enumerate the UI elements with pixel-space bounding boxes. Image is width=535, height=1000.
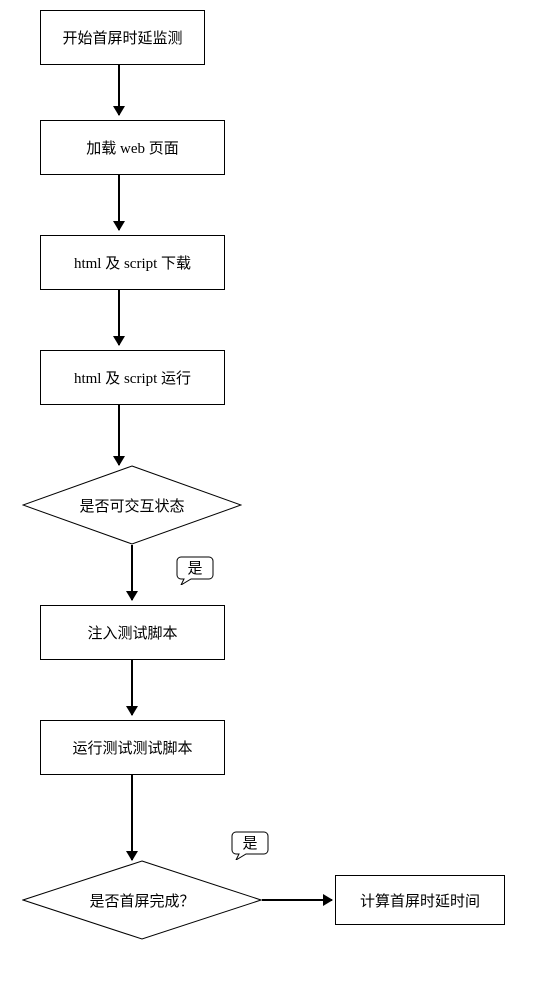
callout-yes-1: 是 — [175, 555, 215, 585]
decision-label: 是否首屏完成？ — [89, 890, 194, 911]
step-label: 计算首屏时延时间 — [360, 890, 480, 911]
step-label: 注入测试脚本 — [87, 622, 177, 643]
decision-interactive: 是否可交互状态 — [22, 465, 242, 545]
callout-label: 是 — [242, 836, 257, 852]
step-label: 运行测试测试脚本 — [72, 737, 192, 758]
step-label: html 及 script 运行 — [74, 367, 191, 388]
step-run: html 及 script 运行 — [40, 350, 225, 405]
edge — [118, 405, 120, 465]
edge — [118, 175, 120, 230]
callout-label: 是 — [187, 561, 202, 577]
step-label: 加载 web 页面 — [86, 137, 179, 158]
step-load: 加载 web 页面 — [40, 120, 225, 175]
decision-done: 是否首屏完成？ — [22, 860, 262, 940]
callout-yes-2: 是 — [230, 830, 270, 860]
step-download: html 及 script 下载 — [40, 235, 225, 290]
step-label: 开始首屏时延监测 — [62, 27, 182, 48]
edge — [131, 545, 133, 600]
step-start: 开始首屏时延监测 — [40, 10, 205, 65]
edge — [262, 899, 332, 901]
edge — [131, 775, 133, 860]
step-label: html 及 script 下载 — [74, 252, 191, 273]
edge — [131, 660, 133, 715]
step-inject: 注入测试脚本 — [40, 605, 225, 660]
step-calc: 计算首屏时延时间 — [335, 875, 505, 925]
edge — [118, 65, 120, 115]
decision-label: 是否可交互状态 — [79, 495, 184, 516]
step-runtest: 运行测试测试脚本 — [40, 720, 225, 775]
edge — [118, 290, 120, 345]
